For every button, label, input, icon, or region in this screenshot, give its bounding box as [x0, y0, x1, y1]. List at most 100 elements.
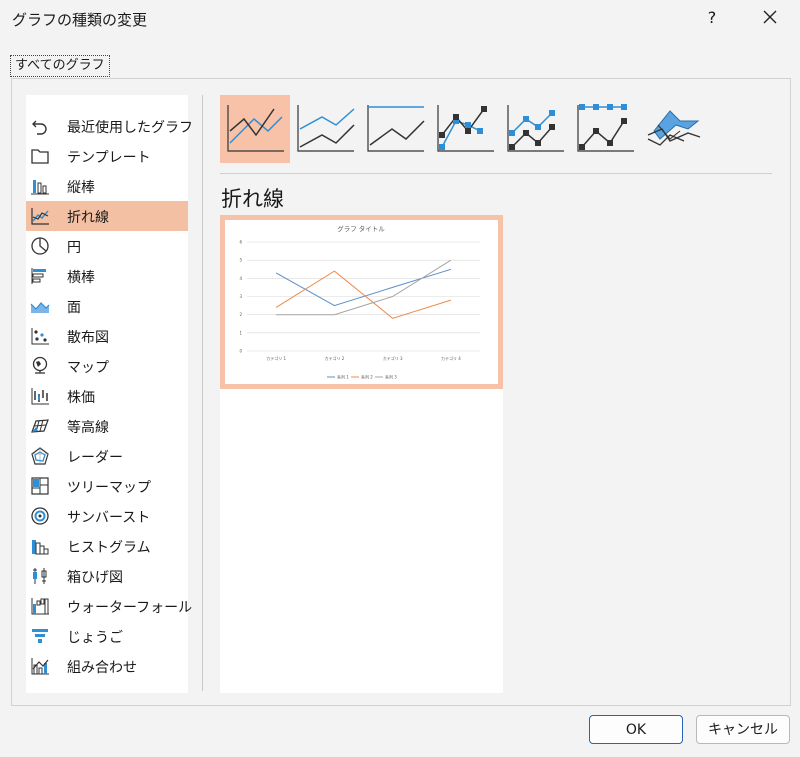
close-icon — [763, 10, 777, 24]
subtype-line-markers[interactable] — [430, 95, 500, 163]
sidebar-item-recent[interactable]: 最近使用したグラフ — [26, 111, 193, 141]
sidebar-item-label: ツリーマップ — [67, 480, 151, 496]
sidebar-item-label: 散布図 — [67, 330, 109, 346]
sidebar-item-label: レーダー — [67, 450, 123, 466]
stacked-line-markers-subtype-icon — [507, 105, 564, 152]
x-tick-label: カテゴリ 3 — [383, 355, 403, 361]
chart-preview-canvas: グラフ タイトル 0 1 2 3 4 5 6 カテゴリ 1 カテゴリ 2 カテゴリ 3 カテゴリ 4 系… — [225, 220, 498, 384]
sidebar-item-map[interactable]: マップ — [26, 351, 188, 381]
sidebar-item-label: 縦棒 — [67, 180, 95, 196]
line-chart-icon — [31, 208, 49, 225]
sidebar-item-combo[interactable]: 組み合わせ — [26, 651, 188, 681]
folder-icon — [31, 149, 49, 164]
sidebar-item-funnel[interactable]: じょうご — [26, 621, 188, 651]
sidebar-item-label: サンバースト — [67, 510, 151, 526]
sidebar-item-area[interactable]: 面 — [26, 291, 188, 321]
sidebar-item-histogram[interactable]: ヒストグラム — [26, 531, 188, 561]
subtype-3d-line[interactable] — [640, 95, 710, 163]
sidebar-item-scatter[interactable]: 散布図 — [26, 321, 188, 351]
sidebar-item-pie[interactable]: 円 — [26, 231, 188, 261]
x-tick-label: カテゴリ 1 — [266, 355, 286, 361]
sidebar-item-label: 折れ線 — [67, 210, 109, 226]
sidebar-item-stock[interactable]: 株価 — [26, 381, 188, 411]
ok-button[interactable]: OK — [589, 715, 683, 744]
sidebar-item-column[interactable]: 縦棒 — [26, 171, 188, 201]
funnel-icon — [32, 629, 48, 643]
panel-divider — [202, 95, 203, 691]
legend-label: 系列 3 — [385, 374, 397, 380]
subtype-heading: 折れ線 — [221, 187, 284, 211]
tab-all-charts[interactable]: すべてのグラフ — [10, 55, 110, 77]
subtype-separator — [220, 173, 772, 174]
box-whisker-icon — [33, 568, 47, 584]
sidebar-item-treemap[interactable]: ツリーマップ — [26, 471, 188, 501]
sidebar-item-waterfall[interactable]: ウォーターフォール — [26, 591, 192, 621]
radar-chart-icon — [31, 447, 49, 465]
sidebar-item-label: ウォーターフォール — [67, 600, 193, 616]
sidebar-item-label: じょうご — [67, 630, 123, 646]
stacked-line-subtype-icon — [297, 105, 355, 152]
subtype-100-stacked-line[interactable] — [360, 95, 430, 163]
sidebar-item-boxplot[interactable]: 箱ひげ図 — [26, 561, 188, 591]
sidebar-item-label: ヒストグラム — [67, 540, 151, 556]
combo-chart-icon — [31, 658, 49, 675]
waterfall-icon — [31, 598, 49, 615]
subtype-line[interactable] — [220, 95, 290, 163]
bar-chart-icon — [31, 268, 46, 284]
sidebar-item-radar[interactable]: レーダー — [26, 441, 188, 471]
surface-chart-icon — [31, 419, 49, 433]
sidebar-item-label: 等高線 — [67, 420, 109, 436]
subtype-stacked-line-markers[interactable] — [500, 95, 570, 163]
preview-area: グラフ タイトル 0 1 2 3 4 5 6 カテゴリ 1 カテゴリ 2 カテゴリ 3 カテゴリ 4 系… — [220, 215, 503, 693]
sidebar-item-label: 株価 — [67, 390, 95, 406]
chart-preview[interactable]: グラフ タイトル 0 1 2 3 4 5 6 カテゴリ 1 カテゴリ 2 カテゴリ 3 カテゴリ 4 系… — [220, 215, 503, 389]
x-tick-label: カテゴリ 2 — [324, 355, 344, 361]
3d-line-subtype-icon — [647, 110, 701, 146]
line-subtype-icon — [227, 105, 284, 152]
pie-chart-icon — [31, 237, 49, 255]
series-line — [275, 268, 452, 307]
sidebar-item-label: 面 — [67, 300, 81, 316]
chart-category-list: 最近使用したグラフ テンプレート 縦棒 折れ線 円 横棒 面 散布図 マップ 株… — [26, 95, 193, 693]
line-markers-subtype-icon — [437, 105, 494, 152]
sidebar-item-template[interactable]: テンプレート — [26, 141, 188, 171]
area-chart-icon — [30, 302, 50, 313]
preview-chart: グラフ タイトル 0 1 2 3 4 5 6 カテゴリ 1 カテゴリ 2 カテゴリ 3 カテゴリ 4 系… — [239, 224, 480, 380]
stock-chart-icon — [31, 388, 49, 405]
title-bar: グラフの種類の変更 ? — [0, 0, 800, 38]
recent-icon — [32, 120, 47, 135]
y-tick-label: 5 — [239, 258, 242, 263]
map-globe-icon — [32, 356, 48, 374]
sunburst-icon — [31, 507, 49, 525]
chart-type-panel: 最近使用したグラフ テンプレート 縦棒 折れ線 円 横棒 面 散布図 マップ 株… — [11, 78, 791, 706]
sidebar-item-label: 円 — [67, 240, 81, 256]
histogram-icon — [32, 540, 49, 555]
subtype-stacked-line[interactable] — [290, 95, 360, 163]
help-button[interactable]: ? — [700, 6, 724, 30]
sidebar-item-label: 横棒 — [67, 270, 95, 286]
sidebar-item-bar[interactable]: 横棒 — [26, 261, 188, 291]
column-chart-icon — [31, 180, 49, 195]
close-button[interactable] — [754, 4, 786, 32]
sidebar-item-label: マップ — [67, 360, 109, 376]
dialog-title: グラフの種類の変更 — [12, 11, 148, 29]
legend-label: 系列 1 — [337, 374, 349, 380]
chart-title: グラフ タイトル — [337, 224, 385, 233]
cancel-button[interactable]: キャンセル — [696, 715, 790, 744]
sidebar-item-label: 最近使用したグラフ — [67, 120, 193, 136]
sidebar-item-surface[interactable]: 等高線 — [26, 411, 188, 441]
sidebar-item-label: 箱ひげ図 — [67, 570, 123, 586]
x-tick-label: カテゴリ 4 — [441, 355, 461, 361]
subtype-100-stacked-line-markers[interactable] — [570, 95, 640, 163]
legend-label: 系列 2 — [361, 374, 373, 380]
sidebar-item-line[interactable]: 折れ線 — [26, 201, 188, 231]
treemap-icon — [31, 477, 49, 495]
y-tick-label: 6 — [239, 240, 242, 245]
y-tick-label: 3 — [239, 294, 242, 299]
scatter-chart-icon — [31, 328, 49, 345]
y-tick-label: 2 — [239, 312, 242, 317]
sidebar-item-label: 組み合わせ — [67, 660, 137, 676]
sidebar-item-sunburst[interactable]: サンバースト — [26, 501, 188, 531]
percent-stacked-line-markers-subtype-icon — [577, 104, 634, 152]
percent-stacked-line-subtype-icon — [367, 105, 425, 152]
